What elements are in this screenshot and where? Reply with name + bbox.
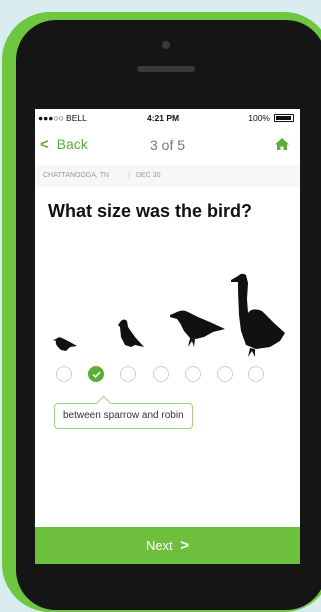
meta-separator: | bbox=[128, 172, 130, 179]
size-option-6[interactable] bbox=[217, 366, 233, 382]
size-option-1[interactable] bbox=[56, 366, 72, 382]
speaker bbox=[137, 66, 195, 72]
selected-size-tooltip: between sparrow and robin bbox=[54, 403, 193, 429]
chevron-right-icon: > bbox=[180, 537, 190, 554]
checkmark-icon bbox=[92, 371, 101, 379]
sparrow-icon bbox=[53, 337, 77, 351]
meta-bar: CHATTANOOGA, TN | DEC 30 bbox=[35, 165, 300, 187]
size-option-4[interactable] bbox=[153, 366, 169, 382]
size-option-7[interactable] bbox=[248, 366, 264, 382]
page-counter: 3 of 5 bbox=[149, 137, 186, 153]
bird-size-illustration bbox=[35, 269, 300, 359]
battery-percentage: 100% bbox=[248, 113, 270, 123]
status-bar: ●●●○○ BELL 4:21 PM 100% bbox=[35, 109, 300, 125]
next-button[interactable]: Next > bbox=[35, 527, 300, 564]
date-label: DEC 30 bbox=[136, 172, 161, 179]
nav-bar: < Back 3 of 5 bbox=[35, 125, 300, 166]
battery-icon bbox=[274, 114, 294, 122]
next-label: Next bbox=[145, 538, 173, 553]
status-time: 4:21 PM bbox=[147, 113, 180, 123]
crow-icon bbox=[170, 310, 225, 347]
carrier-label: ●●●○○ BELL bbox=[38, 113, 87, 123]
camera bbox=[162, 41, 170, 49]
robin-icon bbox=[118, 319, 144, 347]
app-screen: ●●●○○ BELL 4:21 PM 100% < Back 3 of 5 CH… bbox=[35, 109, 300, 564]
location-label: CHATTANOOGA, TN bbox=[43, 172, 110, 179]
goose-icon bbox=[231, 273, 285, 357]
home-icon[interactable] bbox=[274, 137, 290, 156]
size-option-3[interactable] bbox=[120, 366, 136, 382]
question-title: What size was the bird? bbox=[48, 201, 253, 221]
size-option-2[interactable] bbox=[88, 366, 104, 382]
size-option-5[interactable] bbox=[185, 366, 201, 382]
